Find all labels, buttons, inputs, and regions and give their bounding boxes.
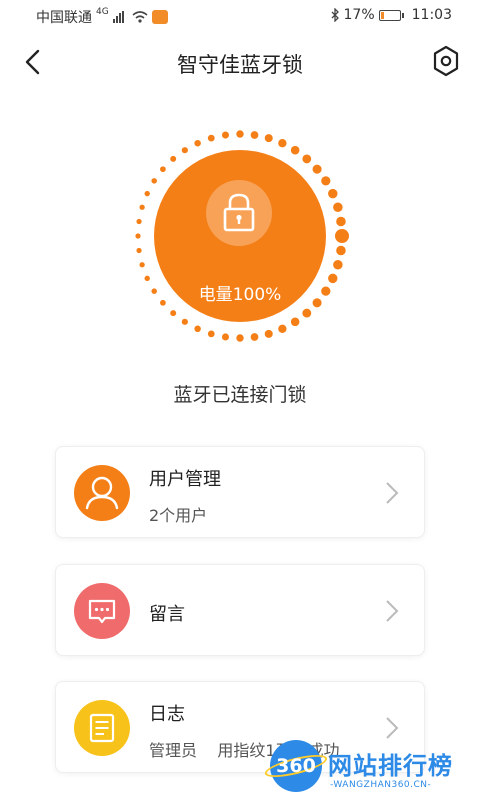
ring-dot (207, 330, 215, 338)
lock-badge (206, 180, 272, 246)
lock-battery-label: 电量100% (198, 285, 282, 305)
chevron-right-icon (386, 482, 399, 504)
nav-bar: 智守佳蓝牙锁 (0, 32, 480, 92)
ring-dot (135, 233, 141, 239)
ring-dot (236, 334, 244, 342)
lock-status-dial[interactable]: 电量100% (130, 126, 350, 346)
user-management-card[interactable]: 用户管理 2个用户 (55, 446, 425, 538)
clock: 11:03 (411, 7, 452, 23)
wifi-icon (132, 11, 148, 23)
ring-dot (194, 139, 201, 147)
ring-dot (328, 188, 338, 199)
ring-dot (139, 204, 145, 210)
ring-dot (181, 147, 188, 154)
message-card[interactable]: 留言 (55, 564, 425, 656)
carrier-label: 中国联通 (36, 10, 92, 26)
card-subtitle: 2个用户 (149, 506, 208, 525)
ring-dot (336, 216, 346, 227)
ring-dot (144, 275, 150, 282)
signal-icon (112, 11, 124, 23)
ring-dot (312, 164, 322, 174)
chevron-right-icon (386, 717, 399, 739)
status-left: 中国联通 4G (36, 7, 168, 27)
ring-dot (264, 134, 273, 143)
app-notification-icon (151, 10, 168, 24)
battery-percent: 17% (343, 7, 375, 23)
watermark-title: 网站排行榜 (328, 752, 453, 780)
status-right: 17% 11:03 (331, 7, 452, 23)
lock-icon (223, 193, 255, 232)
ring-dot (333, 202, 343, 213)
ring-dot (278, 139, 287, 148)
ring-dot (250, 333, 259, 341)
connection-status: 蓝牙已连接门锁 (173, 384, 307, 406)
ring-dot (136, 218, 142, 225)
ring-dot (221, 333, 230, 341)
ring-dot (264, 329, 273, 338)
ring-dot (136, 247, 142, 254)
watermark-logo-text: 360 (276, 755, 316, 777)
ring-dot (302, 154, 312, 164)
status-bar: 中国联通 4G 17% 11:03 (0, 0, 480, 32)
ring-dot (144, 190, 150, 197)
chevron-right-icon (386, 600, 399, 622)
watermark: 360 网站排行榜 -WANGZHAN360.CN- (262, 740, 472, 796)
ring-dot (328, 273, 338, 284)
ring-dot (250, 131, 259, 139)
ring-indicator-dot (335, 229, 349, 243)
ring-dot (321, 176, 331, 186)
watermark-logo: 360 (263, 740, 329, 792)
message-icon (74, 583, 130, 639)
ring-dot (333, 259, 343, 270)
ring-dot (236, 130, 244, 138)
watermark-url: -WANGZHAN360.CN- (330, 780, 432, 790)
bluetooth-icon (331, 8, 339, 22)
user-icon (74, 465, 130, 521)
network-label: 4G (96, 7, 109, 17)
ring-dot (278, 324, 287, 333)
page-title: 智守佳蓝牙锁 (177, 53, 303, 77)
ring-dot (221, 131, 230, 139)
ring-dot (290, 317, 300, 327)
lock-circle[interactable]: 电量100% (154, 150, 326, 322)
ring-dot (160, 166, 166, 173)
log-icon (74, 700, 130, 756)
ring-dot (336, 245, 346, 256)
ring-dot (181, 318, 188, 325)
battery-icon (378, 9, 404, 21)
ring-dot (290, 145, 300, 155)
card-title: 用户管理 (149, 469, 221, 490)
ring-dot (139, 262, 145, 268)
settings-icon[interactable] (430, 44, 462, 78)
ring-dot (302, 308, 312, 318)
ring-dot (194, 325, 201, 333)
ring-dot (151, 178, 157, 184)
ring-dot (170, 310, 177, 317)
card-title: 留言 (149, 604, 185, 625)
ring-dot (170, 155, 177, 162)
card-title: 日志 (149, 704, 185, 725)
ring-dot (207, 134, 215, 142)
